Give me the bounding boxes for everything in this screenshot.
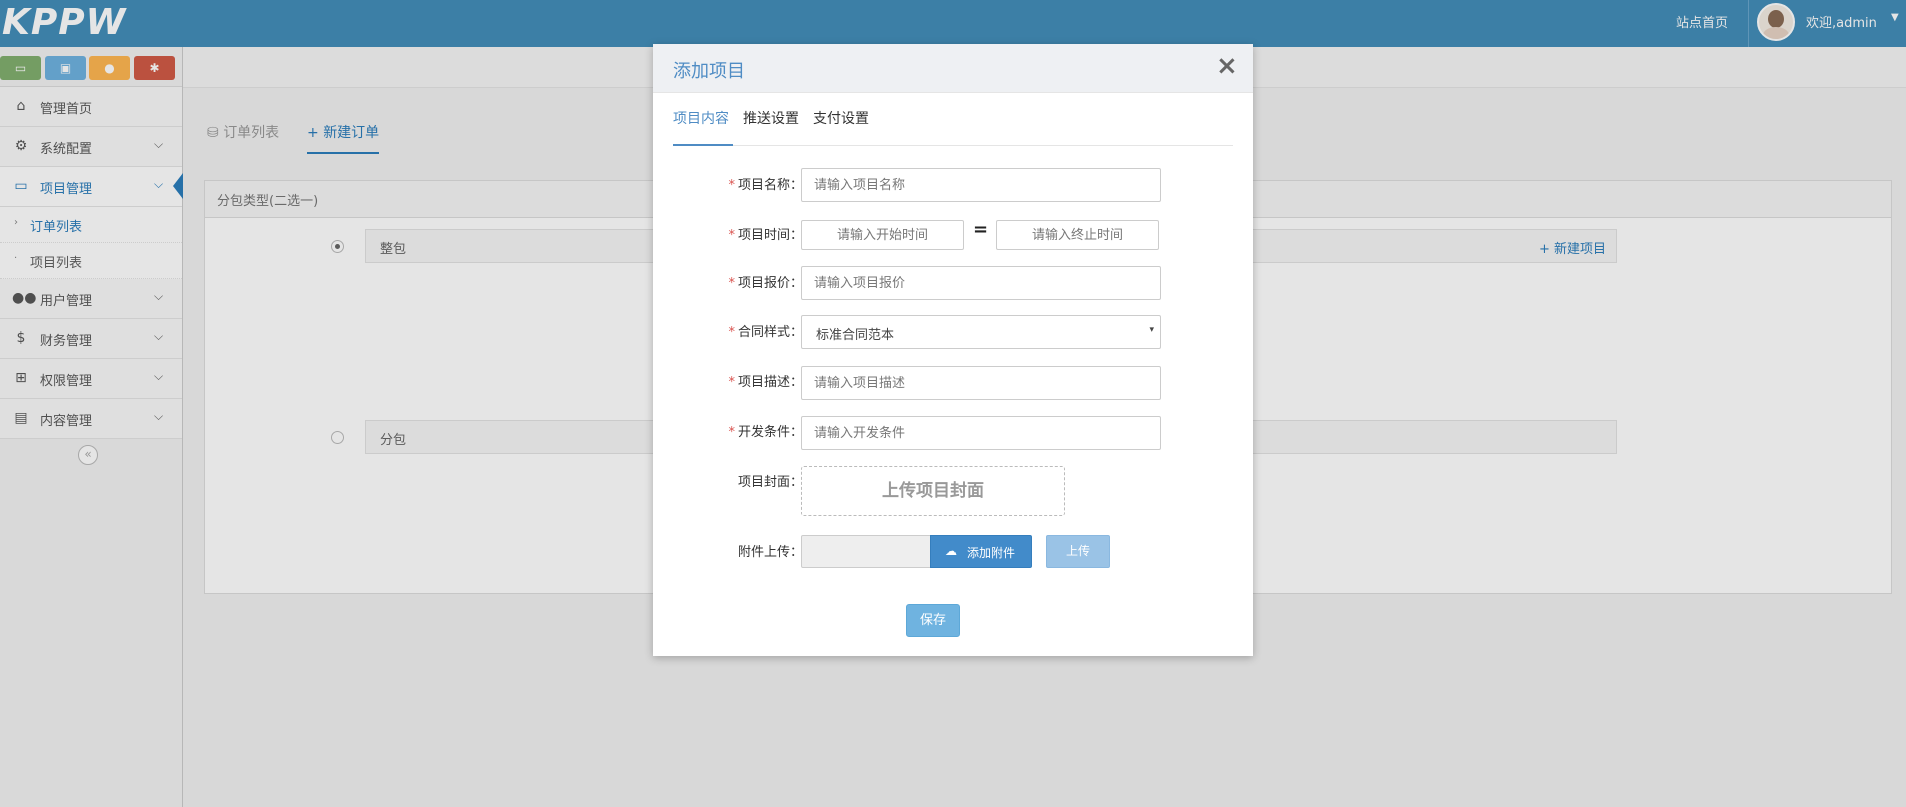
required-mark: * — [728, 228, 735, 243]
button-label: 添加附件 — [967, 546, 1016, 560]
select-value: 标准合同范本 — [816, 328, 895, 343]
required-mark: * — [728, 178, 735, 193]
required-mark: * — [728, 276, 735, 291]
dev-condition-input[interactable] — [801, 416, 1161, 450]
field-label: 项目封面： — [737, 475, 803, 490]
close-icon[interactable]: × — [1216, 51, 1238, 81]
field-label: * 开发条件： — [728, 425, 803, 440]
caret-down-icon: ▾ — [1149, 325, 1154, 335]
field-label: * 合同样式： — [728, 325, 803, 340]
range-separator: = — [973, 219, 989, 240]
attachment-file-field[interactable] — [801, 535, 931, 568]
project-desc-input[interactable] — [801, 366, 1161, 400]
project-price-input[interactable] — [801, 266, 1161, 300]
cloud-upload-icon: ☁ — [945, 544, 957, 558]
required-mark: * — [728, 325, 735, 340]
contract-template-select[interactable]: 标准合同范本 ▾ — [801, 315, 1161, 349]
save-button[interactable]: 保存 — [906, 604, 960, 637]
modal-title: 添加项目 — [673, 61, 745, 82]
modal-header: 添加项目 × — [653, 44, 1253, 93]
end-time-input[interactable] — [996, 220, 1159, 250]
field-label: * 项目报价： — [728, 276, 803, 291]
required-mark: * — [728, 375, 735, 390]
start-time-input[interactable] — [801, 220, 964, 250]
add-attachment-button[interactable]: ☁ 添加附件 — [930, 535, 1032, 568]
project-name-input[interactable] — [801, 168, 1161, 202]
modal-tabs: 项目内容 推送设置 支付设置 — [673, 108, 1233, 146]
field-label: * 项目时间： — [728, 228, 803, 243]
upload-cover-button[interactable]: 上传项目封面 — [801, 466, 1065, 516]
add-project-modal: 添加项目 × 项目内容 推送设置 支付设置 *项目名称： *项目时间： = *项… — [653, 44, 1253, 656]
field-label: * 项目描述： — [728, 375, 803, 390]
upload-button[interactable]: 上传 — [1046, 535, 1110, 568]
required-mark: * — [728, 425, 735, 440]
field-label: * 项目名称： — [728, 178, 803, 193]
field-label: 附件上传： — [737, 545, 803, 560]
tab-push-settings[interactable]: 推送设置 — [743, 108, 799, 146]
tab-payment-settings[interactable]: 支付设置 — [813, 108, 869, 146]
tab-project-content[interactable]: 项目内容 — [673, 108, 733, 146]
